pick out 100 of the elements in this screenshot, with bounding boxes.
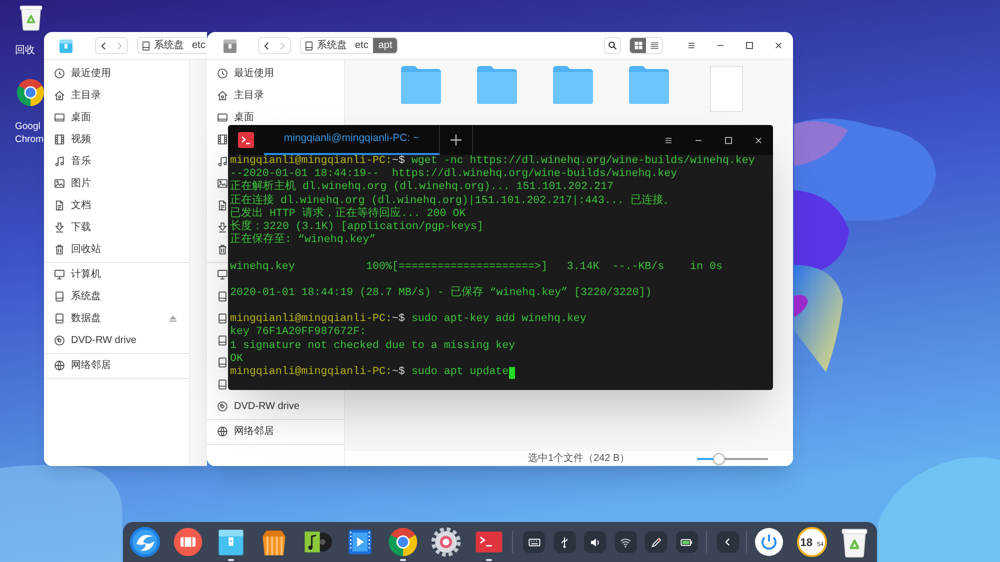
clock-icon <box>54 68 65 78</box>
wifi-button[interactable] <box>614 531 637 553</box>
picture-icon[interactable] <box>217 178 228 188</box>
maximize-icon <box>745 41 754 50</box>
sidebar-item[interactable]: 桌面 <box>207 106 344 128</box>
home-icon <box>217 90 228 100</box>
collapse-button[interactable] <box>716 531 739 553</box>
battery-button[interactable] <box>676 531 698 553</box>
computer-icon[interactable] <box>217 268 228 280</box>
launcher-icon[interactable] <box>128 525 162 559</box>
terminal-line: mingqianli@mingqianli-PC:~$ sudo apt-key add winehq.key <box>230 313 586 326</box>
music-note-icon[interactable] <box>217 156 228 166</box>
close-icon <box>774 41 783 50</box>
breadcrumb-item[interactable]: 系统盘 <box>138 38 187 53</box>
sidebar-item[interactable]: 主目录 <box>207 84 344 106</box>
sidebar-item[interactable]: 网络邻居 <box>207 420 344 442</box>
terminal-line: mingqianli@mingqianli-PC:~$ sudo apt update <box>230 366 509 380</box>
terminal-line: 正在连接 dl.winehq.org (dl.winehq.org)|151.101.202.217|:443... 已连接。 <box>230 194 674 207</box>
sidebar-item[interactable]: DVD-RW drive <box>207 395 344 417</box>
drive-icon <box>54 312 65 324</box>
sidebar-item[interactable]: 桌面 <box>44 106 189 128</box>
sidebar-item[interactable]: 图片 <box>44 172 189 194</box>
recorder-icon[interactable] <box>171 525 205 559</box>
drive-icon <box>304 40 314 50</box>
grid-icon <box>634 41 642 50</box>
slider-thumb[interactable] <box>712 452 725 464</box>
pen-button[interactable] <box>645 531 668 553</box>
browser-icon[interactable] <box>17 79 44 106</box>
terminal-line: OK <box>230 352 243 366</box>
terminal-line: 正在解析主机 dl.winehq.org (dl.winehq.org)... 151.101.202.217 <box>230 181 614 194</box>
terminal-tab[interactable]: mingqianli@mingqianli-PC: ~ <box>264 125 440 155</box>
drive-icon <box>54 290 65 302</box>
sidebar-item[interactable]: 主目录 <box>44 84 189 106</box>
status-text: 选中1个文件（242 B） <box>528 452 630 466</box>
computer-icon <box>54 268 65 280</box>
screen-icon <box>54 112 65 122</box>
trash-icon[interactable] <box>840 526 869 558</box>
search-button[interactable] <box>604 37 621 54</box>
sidebar-item[interactable]: 数据盘 <box>44 307 189 329</box>
terminal-line: mingqianli@mingqianli-PC:~$ wget -nc https://dl.winehq.org/wine-builds/winehq.key <box>230 155 755 168</box>
power-icon[interactable] <box>754 527 784 557</box>
browser-icon[interactable] <box>386 525 420 559</box>
search-icon <box>608 41 617 50</box>
speaker-icon <box>588 536 602 548</box>
volume-button[interactable] <box>584 531 606 553</box>
maximize-icon <box>724 136 732 144</box>
sidebar-item[interactable]: 最近使用 <box>207 62 344 84</box>
trash-icon[interactable] <box>217 244 228 254</box>
terminal-line: winehq.key 100%[=====================>] 3.14K --.-KB/s in 0s <box>230 260 722 274</box>
film-icon[interactable] <box>217 134 228 144</box>
breadcrumb-item[interactable]: 系统盘 <box>301 38 350 53</box>
globe-icon <box>54 360 65 370</box>
sidebar-item[interactable]: 网络邻居 <box>44 354 189 376</box>
sidebar-item[interactable]: 最近使用 <box>44 62 189 84</box>
grid-view-button[interactable] <box>630 38 646 53</box>
menu-icon <box>687 41 696 50</box>
usb-button[interactable] <box>554 531 576 553</box>
sidebar-item[interactable]: 视频 <box>44 128 189 150</box>
drive-icon <box>141 40 151 50</box>
download-icon <box>54 222 65 232</box>
sidebar-item[interactable]: 系统盘 <box>44 285 189 307</box>
chevron-left-icon <box>725 538 730 546</box>
icon-size-slider[interactable] <box>697 452 768 464</box>
music-note-icon <box>54 156 65 166</box>
drive-icon[interactable] <box>217 334 228 346</box>
keyboard-button[interactable] <box>523 531 545 553</box>
document-icon <box>54 200 65 210</box>
terminal-line: 长度：3220 (3.1K) [application/pgp-keys] <box>230 220 484 233</box>
icon-label: Googl Chrom <box>15 120 44 146</box>
trash-icon[interactable] <box>18 4 44 31</box>
sidebar-item[interactable]: 下载 <box>44 216 189 238</box>
picture-icon <box>54 178 65 188</box>
breadcrumb-item[interactable]: etc <box>350 38 374 53</box>
download-icon[interactable] <box>217 222 228 232</box>
sidebar-item[interactable]: DVD-RW drive <box>44 329 189 351</box>
drive-icon[interactable] <box>217 378 228 390</box>
sidebar-item[interactable]: 回收站 <box>44 238 189 260</box>
gear-icon[interactable] <box>429 525 463 559</box>
globe-icon <box>217 426 228 436</box>
sidebar-item[interactable]: 音乐 <box>44 150 189 172</box>
drive-icon[interactable] <box>217 290 228 302</box>
screen-icon <box>217 112 228 122</box>
pen-icon <box>650 536 663 548</box>
drive-icon[interactable] <box>217 312 228 324</box>
breadcrumb-item[interactable]: etc <box>187 38 207 53</box>
drive-icon[interactable] <box>217 356 228 368</box>
terminal-line: 已发出 HTTP 请求，正在等待回应... 200 OK <box>230 208 466 220</box>
terminal-icon <box>238 132 254 148</box>
document-icon[interactable] <box>217 200 228 210</box>
sidebar-item[interactable]: 计算机 <box>44 263 189 285</box>
sidebar-item[interactable]: 文档 <box>44 194 189 216</box>
terminal-line: 正在保存至: “winehq.key” <box>230 234 376 248</box>
close-icon <box>754 136 762 144</box>
disc-icon <box>217 400 228 412</box>
breadcrumb-item[interactable]: apt <box>373 38 398 53</box>
plus-icon <box>450 134 462 146</box>
list-icon <box>650 41 658 50</box>
terminal-line: 2020-01-01 18:44:19 (28.7 MB/s) - 已保存 “winehq.key” [3220/3220]) <box>230 286 652 300</box>
film-icon <box>54 134 65 144</box>
menu-icon <box>664 136 672 144</box>
